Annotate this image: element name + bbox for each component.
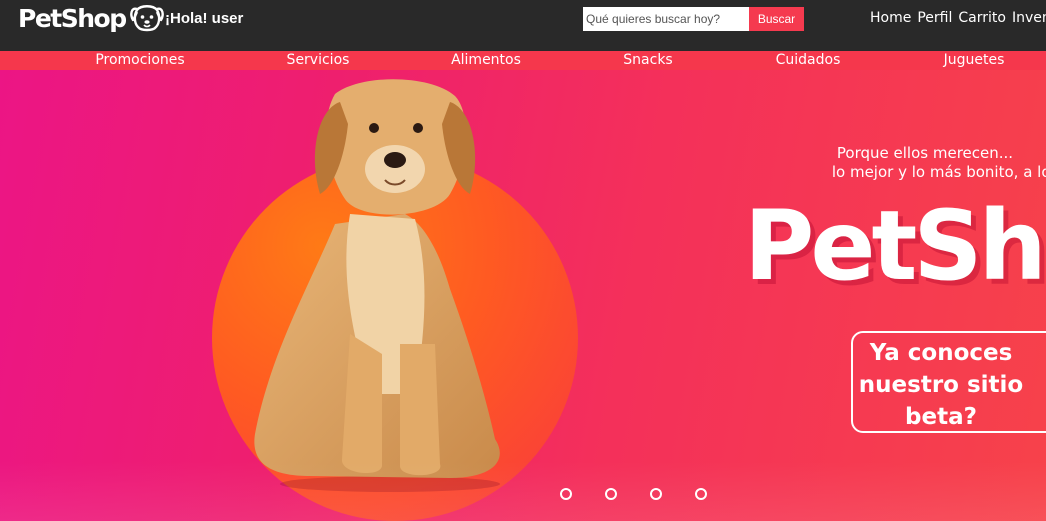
brand-logo[interactable]: PetShop [18, 3, 165, 33]
category-cuidados[interactable]: Cuidados [776, 52, 841, 68]
tagline-line-1: Porque ellos merecen... [836, 144, 1014, 162]
top-header: PetShop ¡Hola! user Buscar Home Perfil C… [0, 0, 1046, 51]
puppy-image [254, 79, 500, 492]
nav-cart-link[interactable]: Carrito [958, 10, 1006, 26]
tagline-line-2: lo mejor y lo más bonito, a los mejores [831, 163, 1046, 181]
hero-brand-title: PetShop [744, 190, 1046, 302]
top-nav: Home Perfil Carrito Invent [870, 10, 1046, 26]
search-input[interactable] [583, 7, 749, 31]
hero-tagline: Porque ellos merecen... lo mejor y lo má… [760, 144, 1046, 182]
beta-site-cta[interactable]: Ya conoces nuestro sitio beta? [851, 331, 1046, 433]
category-juguetes[interactable]: Juguetes [944, 52, 1005, 68]
cta-line-1: Ya conoces [869, 340, 1013, 366]
category-snacks[interactable]: Snacks [623, 52, 672, 68]
category-promociones[interactable]: Promociones [95, 52, 184, 68]
cta-line-2: nuestro sitio [858, 372, 1024, 398]
nav-profile-link[interactable]: Perfil [917, 10, 952, 26]
category-alimentos[interactable]: Alimentos [451, 52, 521, 68]
search-button[interactable]: Buscar [749, 7, 804, 31]
dog-face-icon [129, 5, 164, 32]
cta-line-3: beta? [905, 404, 977, 430]
hero-banner: Porque ellos merecen... lo mejor y lo má… [0, 70, 1046, 521]
hero-bottom-fade [0, 461, 1046, 521]
user-greeting: ¡Hola! user [165, 10, 244, 27]
category-servicios[interactable]: Servicios [287, 52, 350, 68]
nav-inventory-link[interactable]: Invent [1012, 10, 1046, 26]
nav-home-link[interactable]: Home [870, 10, 911, 26]
category-bar: Promociones Servicios Alimentos Snacks C… [0, 51, 1046, 70]
logo-text: PetShop [18, 3, 127, 33]
